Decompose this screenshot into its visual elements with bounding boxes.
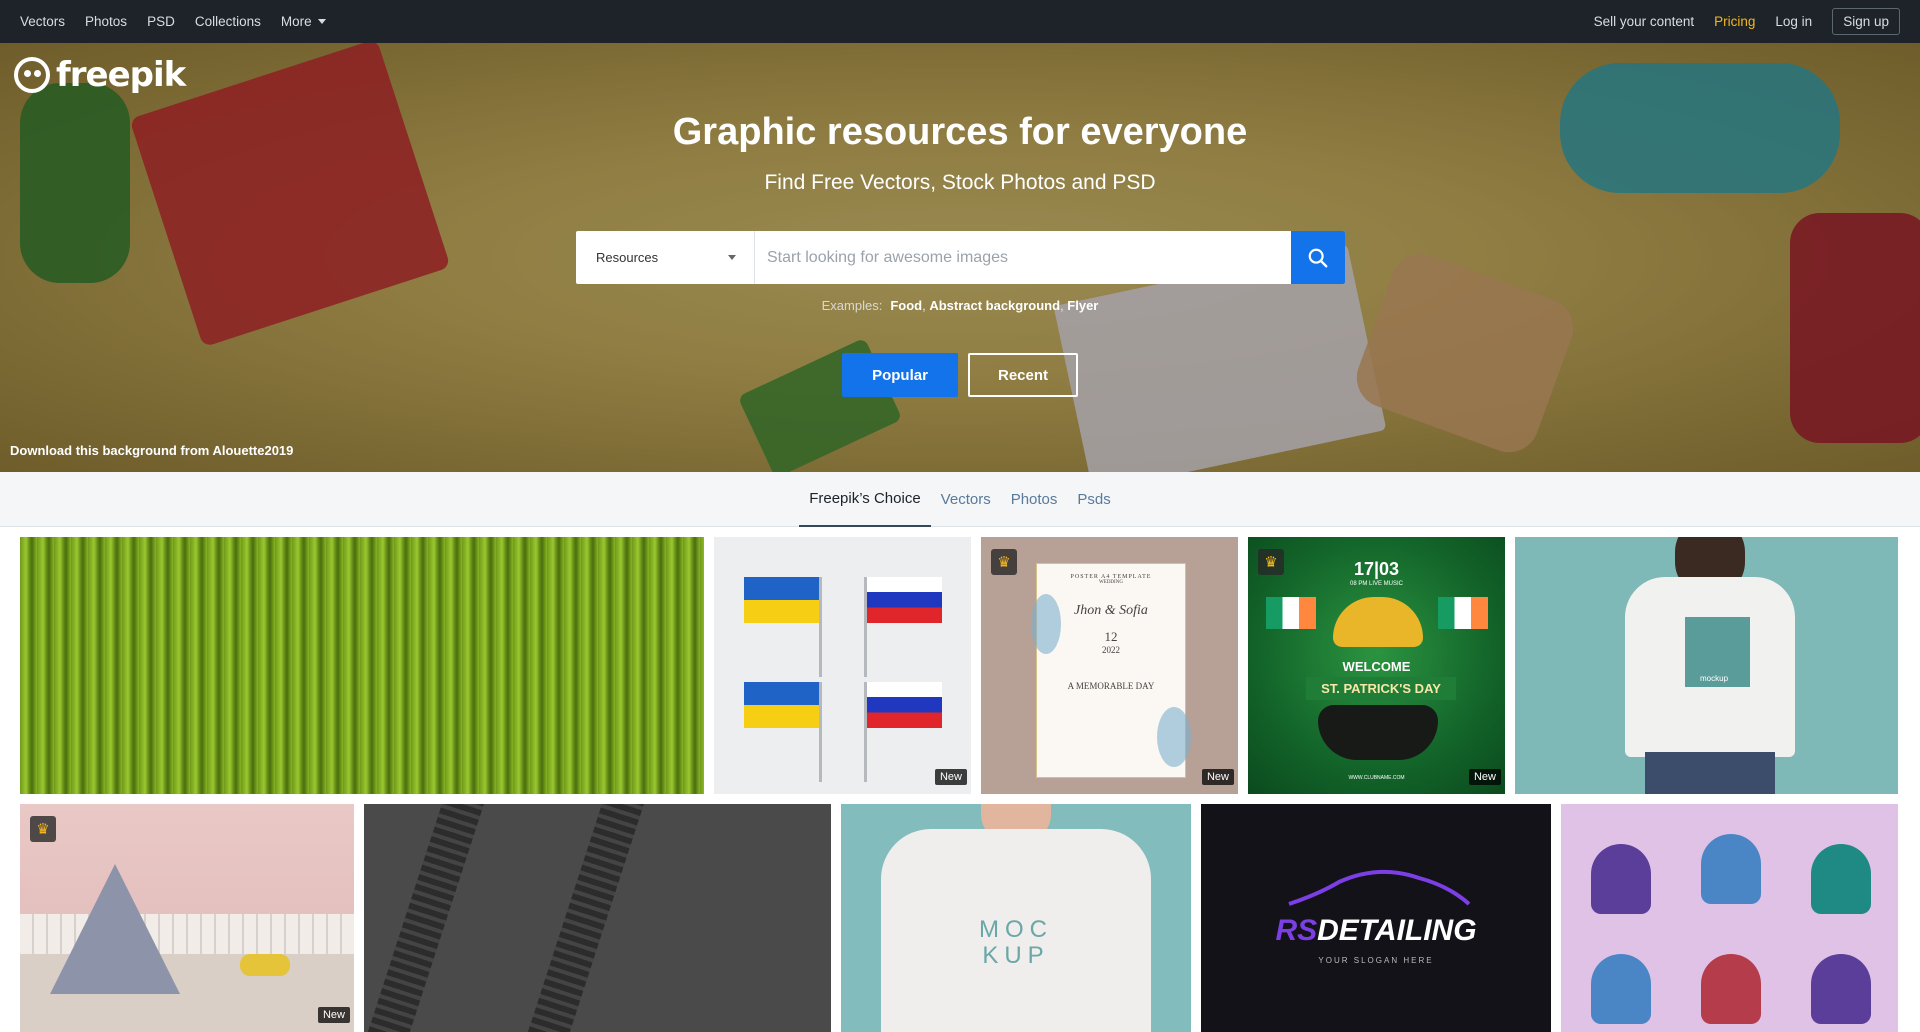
- grid-item-flags[interactable]: New: [714, 537, 971, 794]
- flyer-title: ST. PATRICK'S DAY: [1306, 677, 1456, 700]
- rs-slogan: YOUR SLOGAN HERE: [1318, 956, 1434, 965]
- tab-photos[interactable]: Photos: [1001, 472, 1068, 527]
- top-navbar: Vectors Photos PSD Collections More Sell…: [0, 0, 1920, 43]
- tab-freepiks-choice[interactable]: Freepik’s Choice: [799, 472, 931, 527]
- sell-content-link[interactable]: Sell your content: [1594, 14, 1695, 29]
- person-illustration: [1591, 844, 1651, 914]
- search-input[interactable]: [755, 231, 1291, 284]
- person-illustration: [1701, 954, 1761, 1024]
- tab-psds[interactable]: Psds: [1067, 472, 1120, 527]
- gold-coins-image: [1333, 597, 1423, 647]
- person-illustration: [1701, 834, 1761, 904]
- irish-flag-image: [1438, 597, 1488, 629]
- flag-pole: [819, 682, 822, 782]
- new-badge: New: [1201, 769, 1234, 785]
- example-link-abstract-background[interactable]: Abstract background: [929, 298, 1060, 313]
- search-icon: [1308, 248, 1328, 267]
- rs-logo-text: RSDETAILING: [1201, 914, 1551, 948]
- grid-item-kids-room[interactable]: ♛ New: [20, 804, 354, 1032]
- grid-item-wedding-poster[interactable]: POSTER A4 TEMPLATE WEDDING Jhon & Sofia …: [981, 537, 1238, 794]
- pricing-link[interactable]: Pricing: [1714, 14, 1755, 29]
- nav-more[interactable]: More: [281, 14, 326, 29]
- new-badge: New: [934, 769, 967, 785]
- print-area-label: mockup: [1700, 674, 1729, 683]
- nav-vectors[interactable]: Vectors: [20, 14, 65, 29]
- example-link-flyer[interactable]: Flyer: [1067, 298, 1098, 313]
- cauldron-image: [1318, 705, 1438, 760]
- flyer-subtitle: 08 PM LIVE MUSIC: [1349, 581, 1403, 587]
- poster-year: 2022: [1102, 645, 1120, 655]
- hero-title: Graphic resources for everyone: [672, 111, 1248, 153]
- new-badge: New: [317, 1007, 350, 1023]
- tire-track-image: [364, 804, 487, 1032]
- mockup-print-line2: KUP: [982, 942, 1050, 969]
- grid-item-st-patricks-flyer[interactable]: 17|03 08 PM LIVE MUSIC WELCOME ST. PATRI…: [1248, 537, 1505, 794]
- tire-track-image: [521, 804, 647, 1032]
- jeans-image: [1645, 752, 1775, 794]
- grid-item-tshirt-mockup-white[interactable]: MOC KUP: [841, 804, 1191, 1032]
- new-badge: New: [1468, 769, 1501, 785]
- search-examples: Examples: Food, Abstract background, Flye…: [0, 298, 1920, 313]
- flyer-date: 17|03: [1353, 559, 1400, 579]
- chevron-down-icon: [728, 255, 736, 260]
- resource-type-select[interactable]: Resources: [576, 231, 755, 284]
- poster-header-2: WEDDING: [1099, 580, 1123, 585]
- rs-logo-main: DETAILING: [1317, 914, 1477, 947]
- popular-button[interactable]: Popular: [842, 353, 958, 397]
- person-illustration: [1811, 844, 1871, 914]
- freepik-logo[interactable]: freepik: [14, 55, 186, 95]
- example-link-food[interactable]: Food: [890, 298, 922, 313]
- grid-item-tire-tracks[interactable]: [364, 804, 831, 1032]
- rs-logo-accent: RS: [1275, 914, 1318, 947]
- content-tabs: Freepik’s Choice Vectors Photos Psds: [0, 472, 1920, 527]
- hero-banner: freepik Graphic resources for everyone F…: [0, 43, 1920, 472]
- hero-buttons: Popular Recent: [842, 353, 1078, 397]
- account-nav: Sell your content Pricing Log in Sign up: [1574, 8, 1900, 35]
- nav-photos[interactable]: Photos: [85, 14, 127, 29]
- resource-type-value: Resources: [596, 250, 659, 265]
- flower-decoration: [1031, 594, 1061, 654]
- poster-card: POSTER A4 TEMPLATE WEDDING Jhon & Sofia …: [1031, 563, 1191, 778]
- examples-label: Examples:: [821, 298, 883, 313]
- nav-psd[interactable]: PSD: [147, 14, 175, 29]
- person-illustration: [1591, 954, 1651, 1024]
- irish-flag-image: [1266, 597, 1316, 629]
- teepee-tent-image: [50, 864, 180, 994]
- russia-flag-image: [867, 682, 942, 728]
- premium-crown-icon: ♛: [991, 549, 1017, 575]
- ukraine-flag-image: [744, 682, 819, 728]
- background-credit-link[interactable]: Download this background from Alouette20…: [10, 443, 293, 458]
- freepik-logo-text: freepik: [56, 55, 186, 95]
- person-illustration: [1811, 954, 1871, 1024]
- grid-item-bamboo[interactable]: [20, 537, 704, 794]
- premium-crown-icon: ♛: [1258, 549, 1284, 575]
- tab-vectors[interactable]: Vectors: [931, 472, 1001, 527]
- poster-tagline: A MEMORABLE DAY: [1067, 681, 1155, 691]
- grid-item-rs-detailing-logo[interactable]: RSDETAILING YOUR SLOGAN HERE: [1201, 804, 1551, 1032]
- search-bar: Resources: [576, 231, 1345, 284]
- signup-button[interactable]: Sign up: [1832, 8, 1900, 35]
- ukraine-flag-image: [744, 577, 819, 623]
- toy-plane-image: [240, 954, 290, 976]
- chevron-down-icon: [317, 19, 326, 24]
- grid-item-people-illustrations[interactable]: [1561, 804, 1898, 1032]
- flyer-welcome: WELCOME: [1342, 659, 1411, 674]
- login-link[interactable]: Log in: [1775, 14, 1812, 29]
- mockup-print-line1: MOC: [979, 916, 1053, 943]
- nav-collections[interactable]: Collections: [195, 14, 261, 29]
- nav-more-label: More: [280, 14, 312, 29]
- russia-flag-image: [867, 577, 942, 623]
- flower-decoration: [1157, 707, 1191, 767]
- main-nav: Vectors Photos PSD Collections More: [20, 14, 346, 29]
- hero-subtitle: Find Free Vectors, Stock Photos and PSD: [764, 171, 1156, 194]
- flyer-url: WWW.CLUBNAME.COM: [1348, 775, 1405, 781]
- freepik-logo-icon: [14, 57, 50, 93]
- premium-crown-icon: ♛: [30, 816, 56, 842]
- image-grid: New POSTER A4 TEMPLATE WEDDING Jhon & So…: [0, 527, 1920, 1032]
- grid-item-tshirt-mockup-teal[interactable]: mockup: [1515, 537, 1898, 794]
- car-outline-icon: [1288, 869, 1471, 906]
- search-button[interactable]: [1291, 231, 1345, 284]
- recent-button[interactable]: Recent: [968, 353, 1078, 397]
- flag-pole: [819, 577, 822, 677]
